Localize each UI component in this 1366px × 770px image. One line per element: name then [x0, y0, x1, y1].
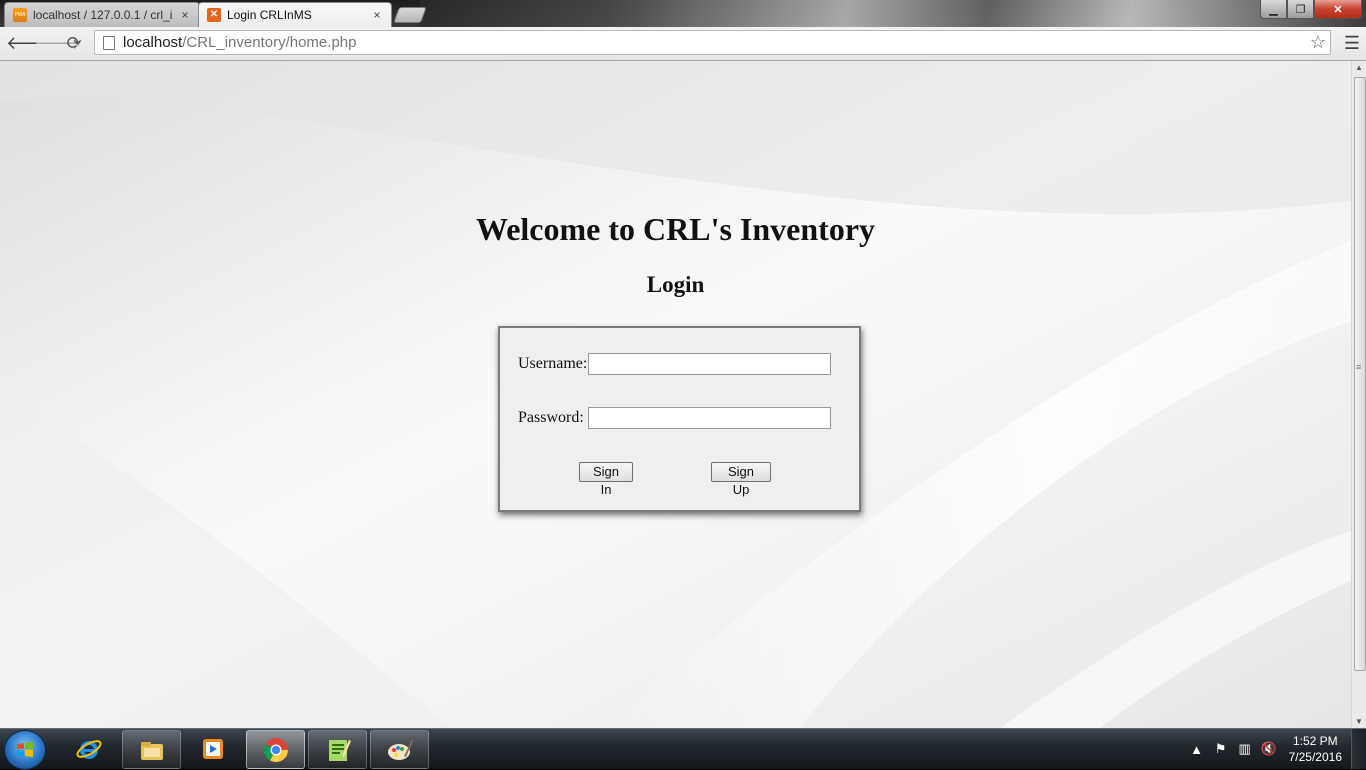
page-icon	[103, 35, 115, 50]
start-button[interactable]	[4, 730, 46, 770]
file-explorer-icon	[140, 741, 163, 760]
login-heading: Login	[646, 272, 705, 297]
minimize-button[interactable]: ▁	[1260, 0, 1287, 19]
bookmark-star-icon[interactable]: ☆	[1310, 32, 1326, 53]
scroll-down-icon[interactable]: ▼	[1355, 717, 1363, 726]
url-host: localhost	[123, 34, 183, 51]
clock-time: 1:52 PM	[1292, 734, 1338, 748]
close-window-button[interactable]: ✕	[1314, 0, 1362, 19]
windows-logo-icon	[17, 742, 33, 757]
media-player-icon	[202, 738, 223, 759]
password-label: Password:	[518, 409, 584, 426]
username-row: Username:	[518, 353, 831, 375]
page-viewport: Welcome to CRL's Inventory Login Usernam…	[0, 61, 1351, 728]
chrome-menu-icon[interactable]: ☰	[1344, 33, 1360, 54]
windows-taskbar: ▲ ⚑ ▥ 🔇 1:52 PM 7/25/2016	[0, 728, 1366, 770]
notepad-plus-plus-icon	[328, 739, 351, 761]
address-bar[interactable]: localhost/CRL_inventory/home.php ☆	[94, 30, 1331, 55]
paint-icon	[387, 739, 413, 760]
forward-arrow-icon[interactable]: 🡒	[34, 32, 82, 54]
url-path: /CRL_inventory/home.php	[182, 34, 357, 51]
password-input[interactable]	[588, 407, 831, 429]
internet-explorer-icon	[75, 739, 102, 759]
volume-muted-icon[interactable]: 🔇	[1260, 741, 1278, 757]
username-input[interactable]	[588, 353, 831, 375]
titlebar-background	[420, 0, 1366, 27]
network-warning-icon[interactable]: ▥	[1236, 741, 1254, 757]
tab-strip: PMA localhost / 127.0.0.1 / crl_i × ✕ Lo…	[0, 0, 1366, 27]
taskbar-chrome[interactable]	[246, 730, 305, 769]
tab-phpmyadmin[interactable]: PMA localhost / 127.0.0.1 / crl_i ×	[4, 2, 200, 27]
sign-in-button[interactable]: Sign In	[579, 462, 633, 497]
vertical-scrollbar[interactable]: ▲ ≡ ▼	[1351, 61, 1366, 728]
scroll-grip-icon: ≡	[1356, 362, 1362, 372]
chrome-icon	[263, 737, 288, 762]
taskbar-notepad-plus-plus[interactable]	[308, 730, 367, 769]
phpmyadmin-icon: PMA	[13, 8, 27, 22]
window-controls: ▁ ❐ ✕	[1260, 0, 1362, 19]
tab-title: Login CRLInMS	[227, 8, 312, 22]
scroll-thumb[interactable]	[1354, 77, 1366, 671]
username-label: Username:	[518, 355, 588, 372]
new-tab-button[interactable]	[393, 7, 427, 23]
sign-up-button[interactable]: Sign Up	[711, 462, 771, 497]
tab-login-crlinms[interactable]: ✕ Login CRLInMS ×	[198, 2, 392, 27]
password-row: Password:	[518, 407, 831, 429]
clock-date: 7/25/2016	[1288, 750, 1342, 764]
reload-icon[interactable]: ⟳	[63, 32, 85, 54]
taskbar-file-explorer[interactable]	[122, 730, 181, 769]
show-hidden-icons-icon[interactable]: ▲	[1188, 742, 1206, 757]
taskbar-media-player[interactable]	[184, 730, 241, 767]
close-tab-icon[interactable]: ×	[179, 8, 191, 22]
tab-title: localhost / 127.0.0.1 / crl_i	[33, 8, 173, 22]
scroll-up-icon[interactable]: ▲	[1355, 63, 1363, 72]
system-tray: ▲ ⚑ ▥ 🔇 1:52 PM 7/25/2016	[1185, 729, 1366, 769]
page-title: Welcome to CRL's Inventory	[475, 211, 876, 247]
back-arrow-icon[interactable]: 🡐	[6, 32, 54, 54]
taskbar-internet-explorer[interactable]	[60, 730, 117, 767]
login-form: Username: Password: Sign In Sign Up	[498, 326, 861, 512]
close-tab-icon[interactable]: ×	[371, 8, 383, 22]
taskbar-paint[interactable]	[370, 730, 429, 769]
xampp-icon: ✕	[207, 8, 221, 22]
browser-toolbar: 🡐 🡒 ⟳ localhost/CRL_inventory/home.php ☆…	[0, 27, 1366, 61]
clock[interactable]: 1:52 PM 7/25/2016	[1289, 733, 1342, 765]
maximize-button[interactable]: ❐	[1287, 0, 1314, 19]
action-center-flag-icon[interactable]: ⚑	[1212, 741, 1230, 757]
show-desktop-button[interactable]	[1351, 729, 1366, 769]
